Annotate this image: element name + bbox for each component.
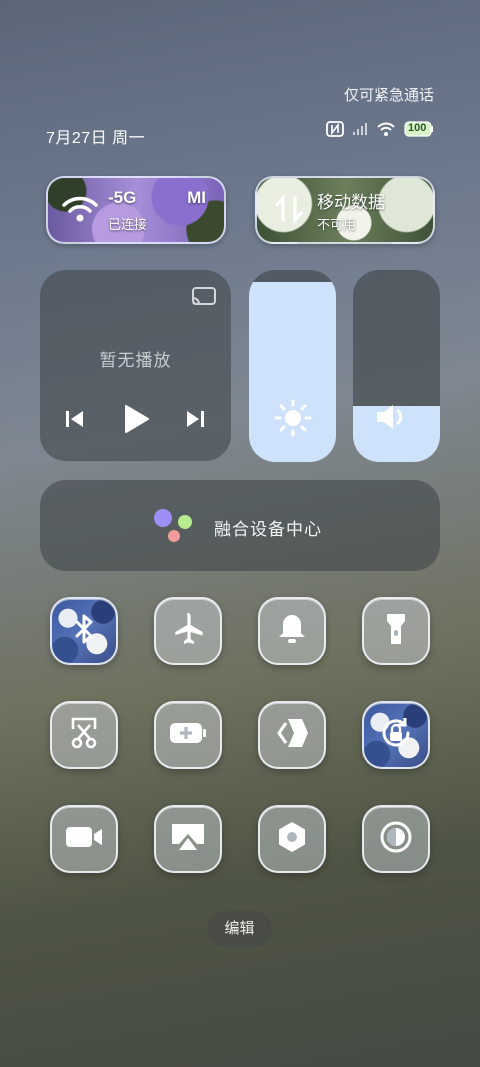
- settings-hex-toggle[interactable]: [258, 805, 326, 873]
- previous-track-icon[interactable]: [64, 408, 86, 435]
- play-icon[interactable]: [122, 404, 150, 439]
- device-hub-card[interactable]: 融合设备中心: [40, 480, 440, 571]
- airplane-icon: [170, 611, 206, 652]
- wifi-name: -5G: [108, 188, 137, 207]
- dark-mode-icon: [379, 820, 413, 859]
- brightness-slider[interactable]: [249, 270, 336, 462]
- date-text: 7月27日 周一: [46, 130, 146, 147]
- media-player-card[interactable]: 暂无播放: [40, 270, 231, 461]
- flashlight-icon: [384, 611, 408, 652]
- signal-icon: [352, 122, 368, 136]
- settings-hex-icon: [276, 820, 308, 859]
- cast-icon[interactable]: [191, 286, 217, 313]
- screenshot-toggle[interactable]: [50, 701, 118, 769]
- media-status: 暂无播放: [99, 351, 172, 370]
- data-arrows-icon: [271, 193, 307, 229]
- airplane-toggle[interactable]: [154, 597, 222, 665]
- battery-level-text: 100: [408, 122, 427, 134]
- battery-saver-icon: [168, 721, 208, 750]
- status-icons: 100: [326, 121, 434, 137]
- wifi-status: 已连接: [108, 217, 148, 232]
- nfc-icon: [326, 121, 344, 137]
- emergency-call-text: 仅可紧急通话: [343, 87, 434, 104]
- screen-cast-toggle[interactable]: [154, 805, 222, 873]
- rotation-lock-icon: [378, 715, 414, 756]
- wifi-status-icon: [376, 121, 396, 137]
- dark-mode-toggle[interactable]: [362, 805, 430, 873]
- flashlight-toggle[interactable]: [362, 597, 430, 665]
- ring-mode-toggle[interactable]: [258, 597, 326, 665]
- mobile-data-status: 不可用: [317, 217, 357, 232]
- mobile-data-tile[interactable]: 移动数据 不可用: [255, 176, 435, 244]
- hub-dots-icon: [152, 508, 196, 549]
- mobile-data-name: 移动数据: [317, 193, 385, 212]
- video-camera-icon: [64, 824, 104, 855]
- ai-link-icon: [274, 717, 310, 754]
- wifi-tile[interactable]: -5G 已连接 MI: [46, 176, 226, 244]
- rotation-lock-toggle[interactable]: [362, 701, 430, 769]
- next-track-icon[interactable]: [184, 408, 206, 435]
- battery-saver-toggle[interactable]: [154, 701, 222, 769]
- edit-button[interactable]: 编辑: [207, 911, 272, 947]
- speaker-icon: [353, 402, 440, 437]
- video-toggle[interactable]: [50, 805, 118, 873]
- bluetooth-icon: [70, 613, 98, 650]
- sun-icon: [249, 398, 336, 443]
- wifi-icon: [62, 194, 98, 229]
- screenshot-icon: [67, 715, 101, 756]
- ai-link-toggle[interactable]: [258, 701, 326, 769]
- battery-icon: 100: [404, 121, 434, 137]
- bluetooth-toggle[interactable]: [50, 597, 118, 665]
- screen-cast-icon: [169, 821, 207, 858]
- wifi-badge: MI: [187, 188, 206, 207]
- volume-slider[interactable]: [353, 270, 440, 462]
- bell-icon: [276, 612, 308, 651]
- device-hub-label: 融合设备中心: [214, 520, 322, 539]
